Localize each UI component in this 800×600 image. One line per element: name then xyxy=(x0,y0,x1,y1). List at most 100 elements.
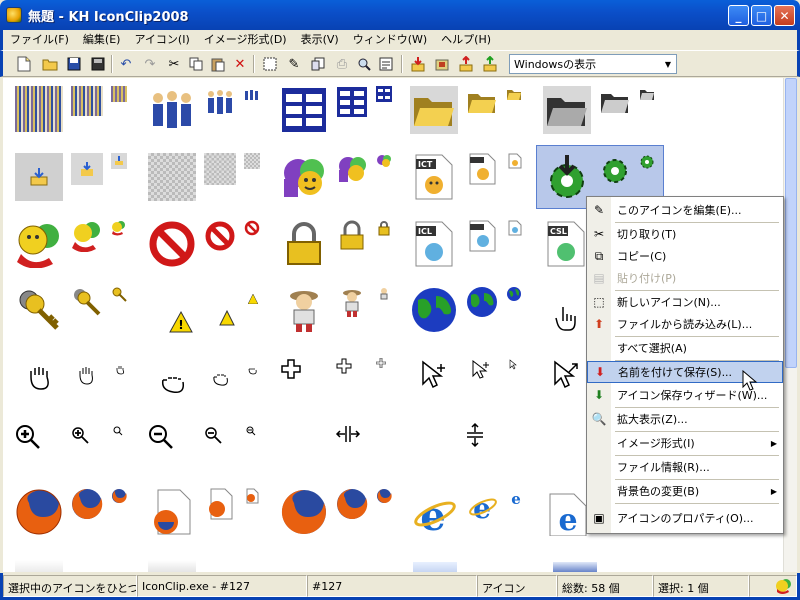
firefox-icon[interactable] xyxy=(111,488,127,504)
arrow-add-cursor-icon[interactable] xyxy=(472,360,490,382)
contacts-icon[interactable] xyxy=(111,220,127,236)
firefox-icon[interactable] xyxy=(71,488,103,520)
partial-icon[interactable] xyxy=(553,562,597,572)
zoom-out-icon[interactable] xyxy=(246,426,256,436)
users-icon[interactable] xyxy=(244,86,260,102)
warning-icon[interactable] xyxy=(219,310,235,326)
import-icon[interactable] xyxy=(15,153,63,201)
internet-explorer-icon[interactable]: e xyxy=(413,492,457,536)
hand-pointer-icon[interactable] xyxy=(553,304,581,332)
grabbing-hand-icon[interactable] xyxy=(211,370,229,386)
users-icon[interactable] xyxy=(204,86,236,118)
open-folder-gray-icon[interactable] xyxy=(543,86,591,134)
globe-icon[interactable] xyxy=(506,286,522,302)
lock-icon[interactable] xyxy=(376,220,392,236)
arrow-add-cursor-icon[interactable] xyxy=(509,359,519,371)
menu-window[interactable]: ウィンドウ(W) xyxy=(346,30,434,50)
menu-icon[interactable]: アイコン(I) xyxy=(127,30,196,50)
partial-icon[interactable] xyxy=(413,562,457,572)
firefox-icon[interactable] xyxy=(336,488,368,520)
transparent-pattern-icon[interactable] xyxy=(204,153,236,185)
import-icon[interactable] xyxy=(111,153,127,169)
keys-icon[interactable] xyxy=(15,286,63,334)
new-icon-icon[interactable] xyxy=(261,55,279,73)
save-all-icon[interactable] xyxy=(89,55,107,73)
no-entry-icon[interactable] xyxy=(148,220,196,268)
menu-file[interactable]: ファイル(F) xyxy=(3,30,76,50)
maximize-button[interactable]: □ xyxy=(751,5,772,26)
open-folder-icon[interactable] xyxy=(506,86,522,102)
chevron-down-icon[interactable]: ▼ xyxy=(660,55,676,73)
warning-icon[interactable] xyxy=(248,294,258,304)
ctx-image-format[interactable]: イメージ形式(I) ▶ xyxy=(587,432,783,454)
menu-help[interactable]: ヘルプ(H) xyxy=(434,30,498,50)
ctx-zoom[interactable]: 🔍 拡大表示(Z)... xyxy=(587,408,783,430)
export-icon[interactable] xyxy=(309,55,327,73)
minimize-button[interactable]: _ xyxy=(728,5,749,26)
users-icon[interactable] xyxy=(148,86,196,134)
firefox-icon[interactable] xyxy=(280,488,328,536)
globe-icon[interactable] xyxy=(410,286,458,334)
ict-file-icon[interactable]: ICT xyxy=(413,153,455,201)
keys-icon[interactable] xyxy=(111,286,127,302)
firefox-document-icon[interactable] xyxy=(204,488,236,520)
save-wizard-icon[interactable] xyxy=(481,55,499,73)
ctx-paste[interactable]: ▤ 貼り付け(P) xyxy=(587,267,783,289)
contacts-icon[interactable] xyxy=(71,220,103,252)
keys-icon[interactable] xyxy=(71,286,103,318)
install-gear-icon[interactable] xyxy=(599,153,631,185)
contacts-icon[interactable] xyxy=(15,220,63,268)
ctx-select-all[interactable]: すべて選択(A) xyxy=(587,337,783,359)
paste-icon[interactable] xyxy=(209,55,227,73)
new-file-icon[interactable] xyxy=(15,55,33,73)
ctx-background-color[interactable]: 背景色の変更(B) ▶ xyxy=(587,480,783,502)
internet-explorer-icon[interactable]: e xyxy=(468,492,498,522)
explorer-character-icon[interactable] xyxy=(280,286,328,334)
ctx-file-info[interactable]: ファイル情報(R)... xyxy=(587,456,783,478)
explorer-character-icon[interactable] xyxy=(376,286,392,302)
save-as-icon[interactable] xyxy=(457,55,475,73)
ctx-edit-icon[interactable]: ✎ このアイコンを編集(E)... xyxy=(587,199,783,221)
redo-icon[interactable]: ↷ xyxy=(141,55,159,73)
vertical-scrollbar[interactable] xyxy=(783,78,797,572)
globe-icon[interactable] xyxy=(466,286,498,318)
open-folder-icon[interactable] xyxy=(41,55,59,73)
ctx-cut[interactable]: ✂ 切り取り(T) xyxy=(587,223,783,245)
import-icon[interactable] xyxy=(409,55,427,73)
open-folder-gray-icon[interactable] xyxy=(599,86,631,118)
windows-grid-icon[interactable] xyxy=(280,86,328,134)
split-horizontal-icon[interactable] xyxy=(335,424,361,444)
crosshair-plus-icon[interactable] xyxy=(336,358,352,374)
firefox-document-icon[interactable] xyxy=(244,488,260,504)
split-vertical-icon[interactable] xyxy=(465,422,485,448)
no-entry-icon[interactable] xyxy=(204,220,236,252)
arrow-add-cursor-icon[interactable] xyxy=(421,360,447,390)
grabbing-hand-icon[interactable] xyxy=(247,365,257,375)
search-icon[interactable] xyxy=(355,55,373,73)
partial-icon[interactable] xyxy=(15,560,63,572)
app-icon[interactable] xyxy=(6,7,22,23)
warning-icon[interactable]: ! xyxy=(169,310,193,334)
noise-image-icon[interactable] xyxy=(111,86,127,102)
zoom-in-icon[interactable] xyxy=(71,426,89,444)
open-folder-gray-icon[interactable] xyxy=(639,86,655,102)
cut-icon[interactable]: ✂ xyxy=(165,55,183,73)
firefox-icon[interactable] xyxy=(15,488,63,536)
title-bar[interactable]: 無題 - KH IconClip2008 _ □ ✕ xyxy=(0,0,800,30)
arrow-resize-cursor-icon[interactable] xyxy=(553,360,579,390)
pencil-icon[interactable]: ✎ xyxy=(285,55,303,73)
app-tray-icon[interactable] xyxy=(776,578,792,596)
ctx-load-file[interactable]: ⬆ ファイルから読み込み(L)... xyxy=(587,313,783,335)
crosshair-plus-icon[interactable] xyxy=(280,358,302,380)
messenger-icon[interactable] xyxy=(336,153,368,185)
install-gear-icon[interactable] xyxy=(639,153,655,169)
icl-file-icon[interactable]: ICL xyxy=(413,220,455,268)
grab-hand-icon[interactable] xyxy=(76,365,96,385)
zoom-in-icon[interactable] xyxy=(113,426,123,436)
menu-view[interactable]: 表示(V) xyxy=(294,30,346,50)
grab-hand-icon[interactable] xyxy=(115,365,125,375)
windows-grid-icon[interactable] xyxy=(376,86,392,102)
undo-icon[interactable]: ↶ xyxy=(117,55,135,73)
csl-file-icon[interactable]: CSL xyxy=(545,220,587,268)
properties-icon[interactable] xyxy=(377,55,395,73)
